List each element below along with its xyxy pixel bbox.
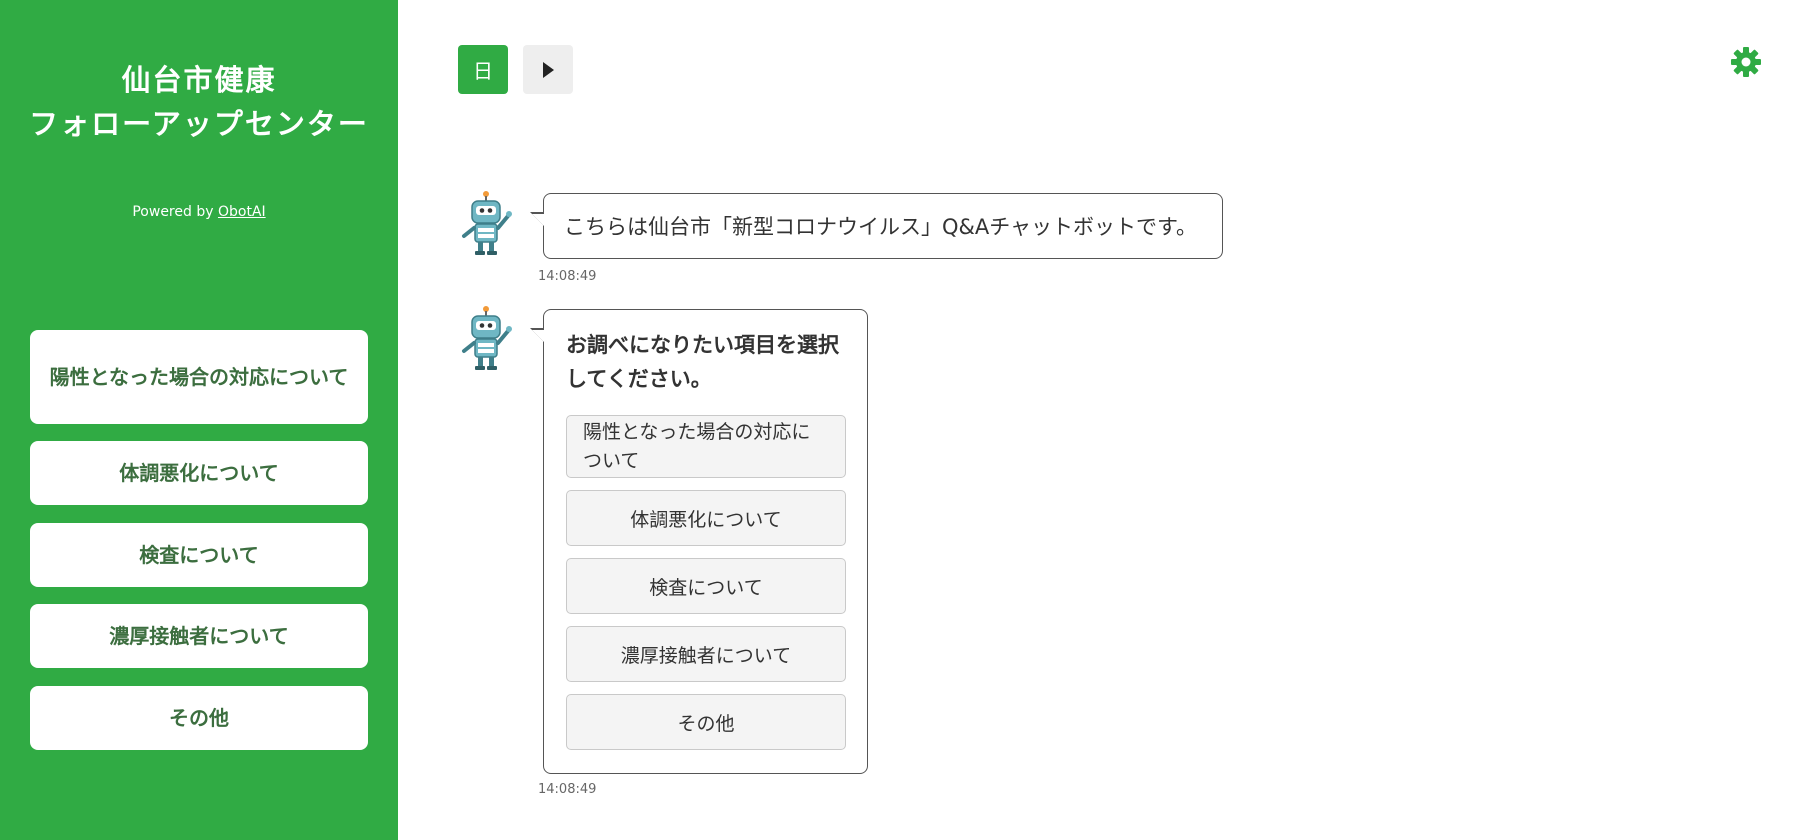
app-title-line1: 仙台市健康	[121, 63, 277, 97]
option-button-testing[interactable]: 検査について	[566, 558, 846, 614]
obotai-link[interactable]: ObotAI	[218, 204, 266, 220]
option-button-close-contact[interactable]: 濃厚接触者について	[566, 626, 846, 682]
option-label: その他	[677, 712, 735, 735]
bot-message-menu: お調べになりたい項目を選択してください。 陽性となった場合の対応について 体調悪…	[530, 309, 868, 774]
message-timestamp: 14:08:49	[538, 269, 597, 284]
sidebar: 仙台市健康 フォローアップセンター Powered by ObotAI 陽性とな…	[0, 0, 398, 840]
language-button[interactable]: 日	[458, 45, 508, 94]
sidebar-item-positive-case[interactable]: 陽性となった場合の対応について	[30, 330, 368, 424]
bot-message-greeting: こちらは仙台市「新型コロナウイルス」Q&Aチャットボットです。	[530, 193, 1223, 259]
option-label: 陽性となった場合の対応について	[583, 420, 811, 472]
message-timestamp: 14:08:49	[538, 782, 597, 797]
option-label: 検査について	[649, 576, 763, 599]
option-button-other[interactable]: その他	[566, 694, 846, 750]
bot-avatar-icon	[462, 306, 512, 370]
powered-by-prefix: Powered by	[132, 204, 214, 220]
sidebar-item-label: 体調悪化について	[119, 460, 279, 485]
option-button-condition-worsening[interactable]: 体調悪化について	[566, 490, 846, 546]
option-label: 体調悪化について	[630, 508, 782, 531]
powered-by: Powered by ObotAI	[0, 204, 398, 220]
bot-avatar-icon	[462, 191, 512, 255]
sidebar-item-label: 陽性となった場合の対応について	[49, 364, 349, 389]
play-button[interactable]	[523, 45, 573, 94]
language-label: 日	[473, 59, 493, 83]
sidebar-item-condition-worsening[interactable]: 体調悪化について	[30, 441, 368, 505]
app-title: 仙台市健康 フォローアップセンター	[0, 58, 398, 146]
sidebar-item-label: 濃厚接触者について	[109, 623, 289, 648]
sidebar-item-other[interactable]: その他	[30, 686, 368, 750]
sidebar-item-close-contact[interactable]: 濃厚接触者について	[30, 604, 368, 668]
option-button-positive-case[interactable]: 陽性となった場合の対応について	[566, 415, 846, 478]
sidebar-item-label: 検査について	[139, 542, 259, 567]
app-title-line2: フォローアップセンター	[29, 107, 369, 141]
play-icon	[543, 61, 554, 78]
message-text: お調べになりたい項目を選択してください。	[566, 333, 839, 391]
sidebar-item-testing[interactable]: 検査について	[30, 523, 368, 587]
message-text: こちらは仙台市「新型コロナウイルス」Q&Aチャットボットです。	[564, 215, 1197, 239]
gear-icon[interactable]	[1730, 46, 1762, 78]
option-label: 濃厚接触者について	[620, 644, 792, 667]
sidebar-item-label: その他	[169, 705, 229, 730]
